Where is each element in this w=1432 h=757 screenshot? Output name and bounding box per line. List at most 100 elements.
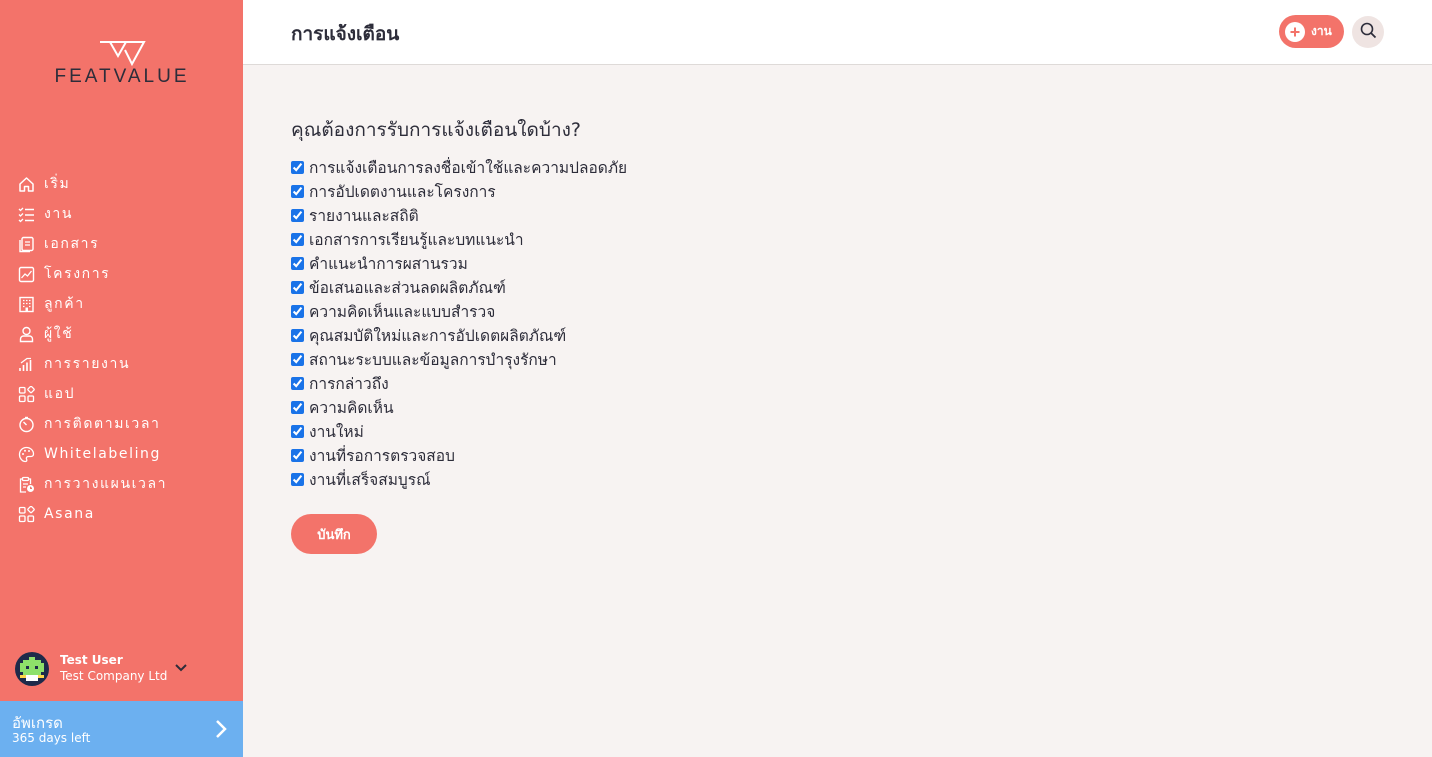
notification-checkbox[interactable] [291,352,304,366]
pixel-avatar-icon [20,657,44,681]
apps-icon [17,385,35,403]
sidebar-item-label: แอป [44,386,76,402]
add-task-button[interactable]: งาน [1279,15,1344,48]
search-icon [1360,22,1377,42]
sidebar-item-label: ลูกค้า [44,296,85,312]
notification-option[interactable]: สถานะระบบและข้อมูลการบำรุงรักษา [291,347,627,371]
notification-option[interactable]: งานที่รอการตรวจสอบ [291,443,627,467]
notification-checkbox[interactable] [291,280,304,294]
notification-checkbox[interactable] [291,400,304,414]
building-icon [17,295,35,313]
user-info: Test User Test Company Ltd [60,653,167,685]
document-icon [17,235,35,253]
notification-option-label: การอัปเดตงานและโครงการ [309,182,496,201]
timer-icon [17,415,35,433]
save-button[interactable]: บันทึก [291,514,377,554]
sidebar-item-home[interactable]: เริ่ม [0,169,243,199]
notification-option[interactable]: เอกสารการเรียนรู้และบทแนะนำ [291,227,627,251]
chart-icon [17,265,35,283]
notification-option-label: เอกสารการเรียนรู้และบทแนะนำ [309,230,524,249]
notification-option[interactable]: ความคิดเห็น [291,395,627,419]
logo-mark-icon [100,41,146,66]
user-icon [17,325,35,343]
sidebar-item-time-tracking[interactable]: การติดตามเวลา [0,409,243,439]
notification-checkbox[interactable] [291,448,304,462]
notification-options-list: การแจ้งเตือนการลงชื่อเข้าใช้และความปลอดภ… [291,155,627,491]
notification-option[interactable]: การแจ้งเตือนการลงชื่อเข้าใช้และความปลอดภ… [291,155,627,179]
user-company: Test Company Ltd [60,669,168,683]
notification-settings: คุณต้องการรับการแจ้งเตือนใดบ้าง? การแจ้ง… [291,110,627,554]
notification-checkbox[interactable] [291,160,304,174]
sidebar: FEATVALUE เริ่ม งาน เอกสาร โครงการ ลูกค้… [0,0,243,757]
add-task-label: งาน [1311,24,1332,38]
sidebar-item-time-planning[interactable]: การวางแผนเวลา [0,469,243,499]
sidebar-nav: เริ่ม งาน เอกสาร โครงการ ลูกค้า ผู้ใช้ ก… [0,169,243,529]
user-name: Test User [60,653,123,667]
notification-option[interactable]: การอัปเดตงานและโครงการ [291,179,627,203]
sidebar-item-label: เอกสาร [44,236,100,252]
notification-checkbox[interactable] [291,328,304,342]
home-icon [17,175,35,193]
notification-option-label: รายงานและสถิติ [309,206,419,225]
sidebar-item-tasks[interactable]: งาน [0,199,243,229]
notification-option[interactable]: งานใหม่ [291,419,627,443]
sidebar-item-label: เริ่ม [44,176,71,192]
notification-option-label: ความคิดเห็น [309,398,394,417]
sidebar-item-label: การวางแผนเวลา [44,476,168,492]
notification-option-label: คุณสมบัติใหม่และการอัปเดตผลิตภัณฑ์ [309,326,567,345]
sidebar-item-label: โครงการ [44,266,111,282]
notification-checkbox[interactable] [291,184,304,198]
sidebar-item-clients[interactable]: ลูกค้า [0,289,243,319]
notification-checkbox[interactable] [291,232,304,246]
logo[interactable]: FEATVALUE [36,40,208,90]
sidebar-item-whitelabeling[interactable]: Whitelabeling [0,439,243,469]
search-button[interactable] [1352,16,1384,48]
sidebar-item-label: การติดตามเวลา [44,416,161,432]
sidebar-item-reporting[interactable]: การรายงาน [0,349,243,379]
plus-icon [1285,21,1305,42]
task-list-icon [17,205,35,223]
sidebar-item-users[interactable]: ผู้ใช้ [0,319,243,349]
clipboard-clock-icon [17,475,35,493]
notification-option[interactable]: การกล่าวถึง [291,371,627,395]
section-question: คุณต้องการรับการแจ้งเตือนใดบ้าง? [291,119,581,141]
logo-text: FEATVALUE [54,66,190,87]
notification-option[interactable]: คำแนะนำการผสานรวม [291,251,627,275]
notification-option-label: คำแนะนำการผสานรวม [309,254,468,273]
chevron-right-icon [215,719,227,743]
user-menu[interactable]: Test User Test Company Ltd [15,652,235,686]
notification-checkbox[interactable] [291,424,304,438]
sidebar-item-projects[interactable]: โครงการ [0,259,243,289]
notification-checkbox[interactable] [291,256,304,270]
apps-icon [17,505,35,523]
upgrade-banner[interactable]: อัพเกรด 365 days left [0,701,243,757]
notification-option[interactable]: งานที่เสร็จสมบูรณ์ [291,467,627,491]
upgrade-days-left: 365 days left [12,731,91,745]
page-title: การแจ้งเตือน [291,23,400,45]
notification-option-label: สถานะระบบและข้อมูลการบำรุงรักษา [309,350,557,369]
top-header: การแจ้งเตือน งาน [243,0,1432,65]
sidebar-item-documents[interactable]: เอกสาร [0,229,243,259]
sidebar-item-label: ผู้ใช้ [44,326,74,342]
chevron-down-icon[interactable] [175,657,188,676]
sidebar-item-label: การรายงาน [44,356,131,372]
notification-option-label: ข้อเสนอและส่วนลดผลิตภัณฑ์ [309,278,506,297]
notification-checkbox[interactable] [291,304,304,318]
palette-icon [17,445,35,463]
notification-option[interactable]: รายงานและสถิติ [291,203,627,227]
bar-chart-icon [17,355,35,373]
avatar [15,652,49,686]
notification-checkbox[interactable] [291,376,304,390]
notification-option-label: งานใหม่ [309,422,364,441]
notification-option-label: งานที่รอการตรวจสอบ [309,446,455,465]
notification-option[interactable]: ข้อเสนอและส่วนลดผลิตภัณฑ์ [291,275,627,299]
notification-checkbox[interactable] [291,208,304,222]
sidebar-item-label: Whitelabeling [44,446,162,462]
notification-option[interactable]: ความคิดเห็นและแบบสำรวจ [291,299,627,323]
sidebar-item-asana[interactable]: Asana [0,499,243,529]
notification-option[interactable]: คุณสมบัติใหม่และการอัปเดตผลิตภัณฑ์ [291,323,627,347]
sidebar-item-apps[interactable]: แอป [0,379,243,409]
notification-checkbox[interactable] [291,472,304,486]
notification-option-label: การกล่าวถึง [309,374,389,393]
sidebar-item-label: งาน [44,206,74,222]
